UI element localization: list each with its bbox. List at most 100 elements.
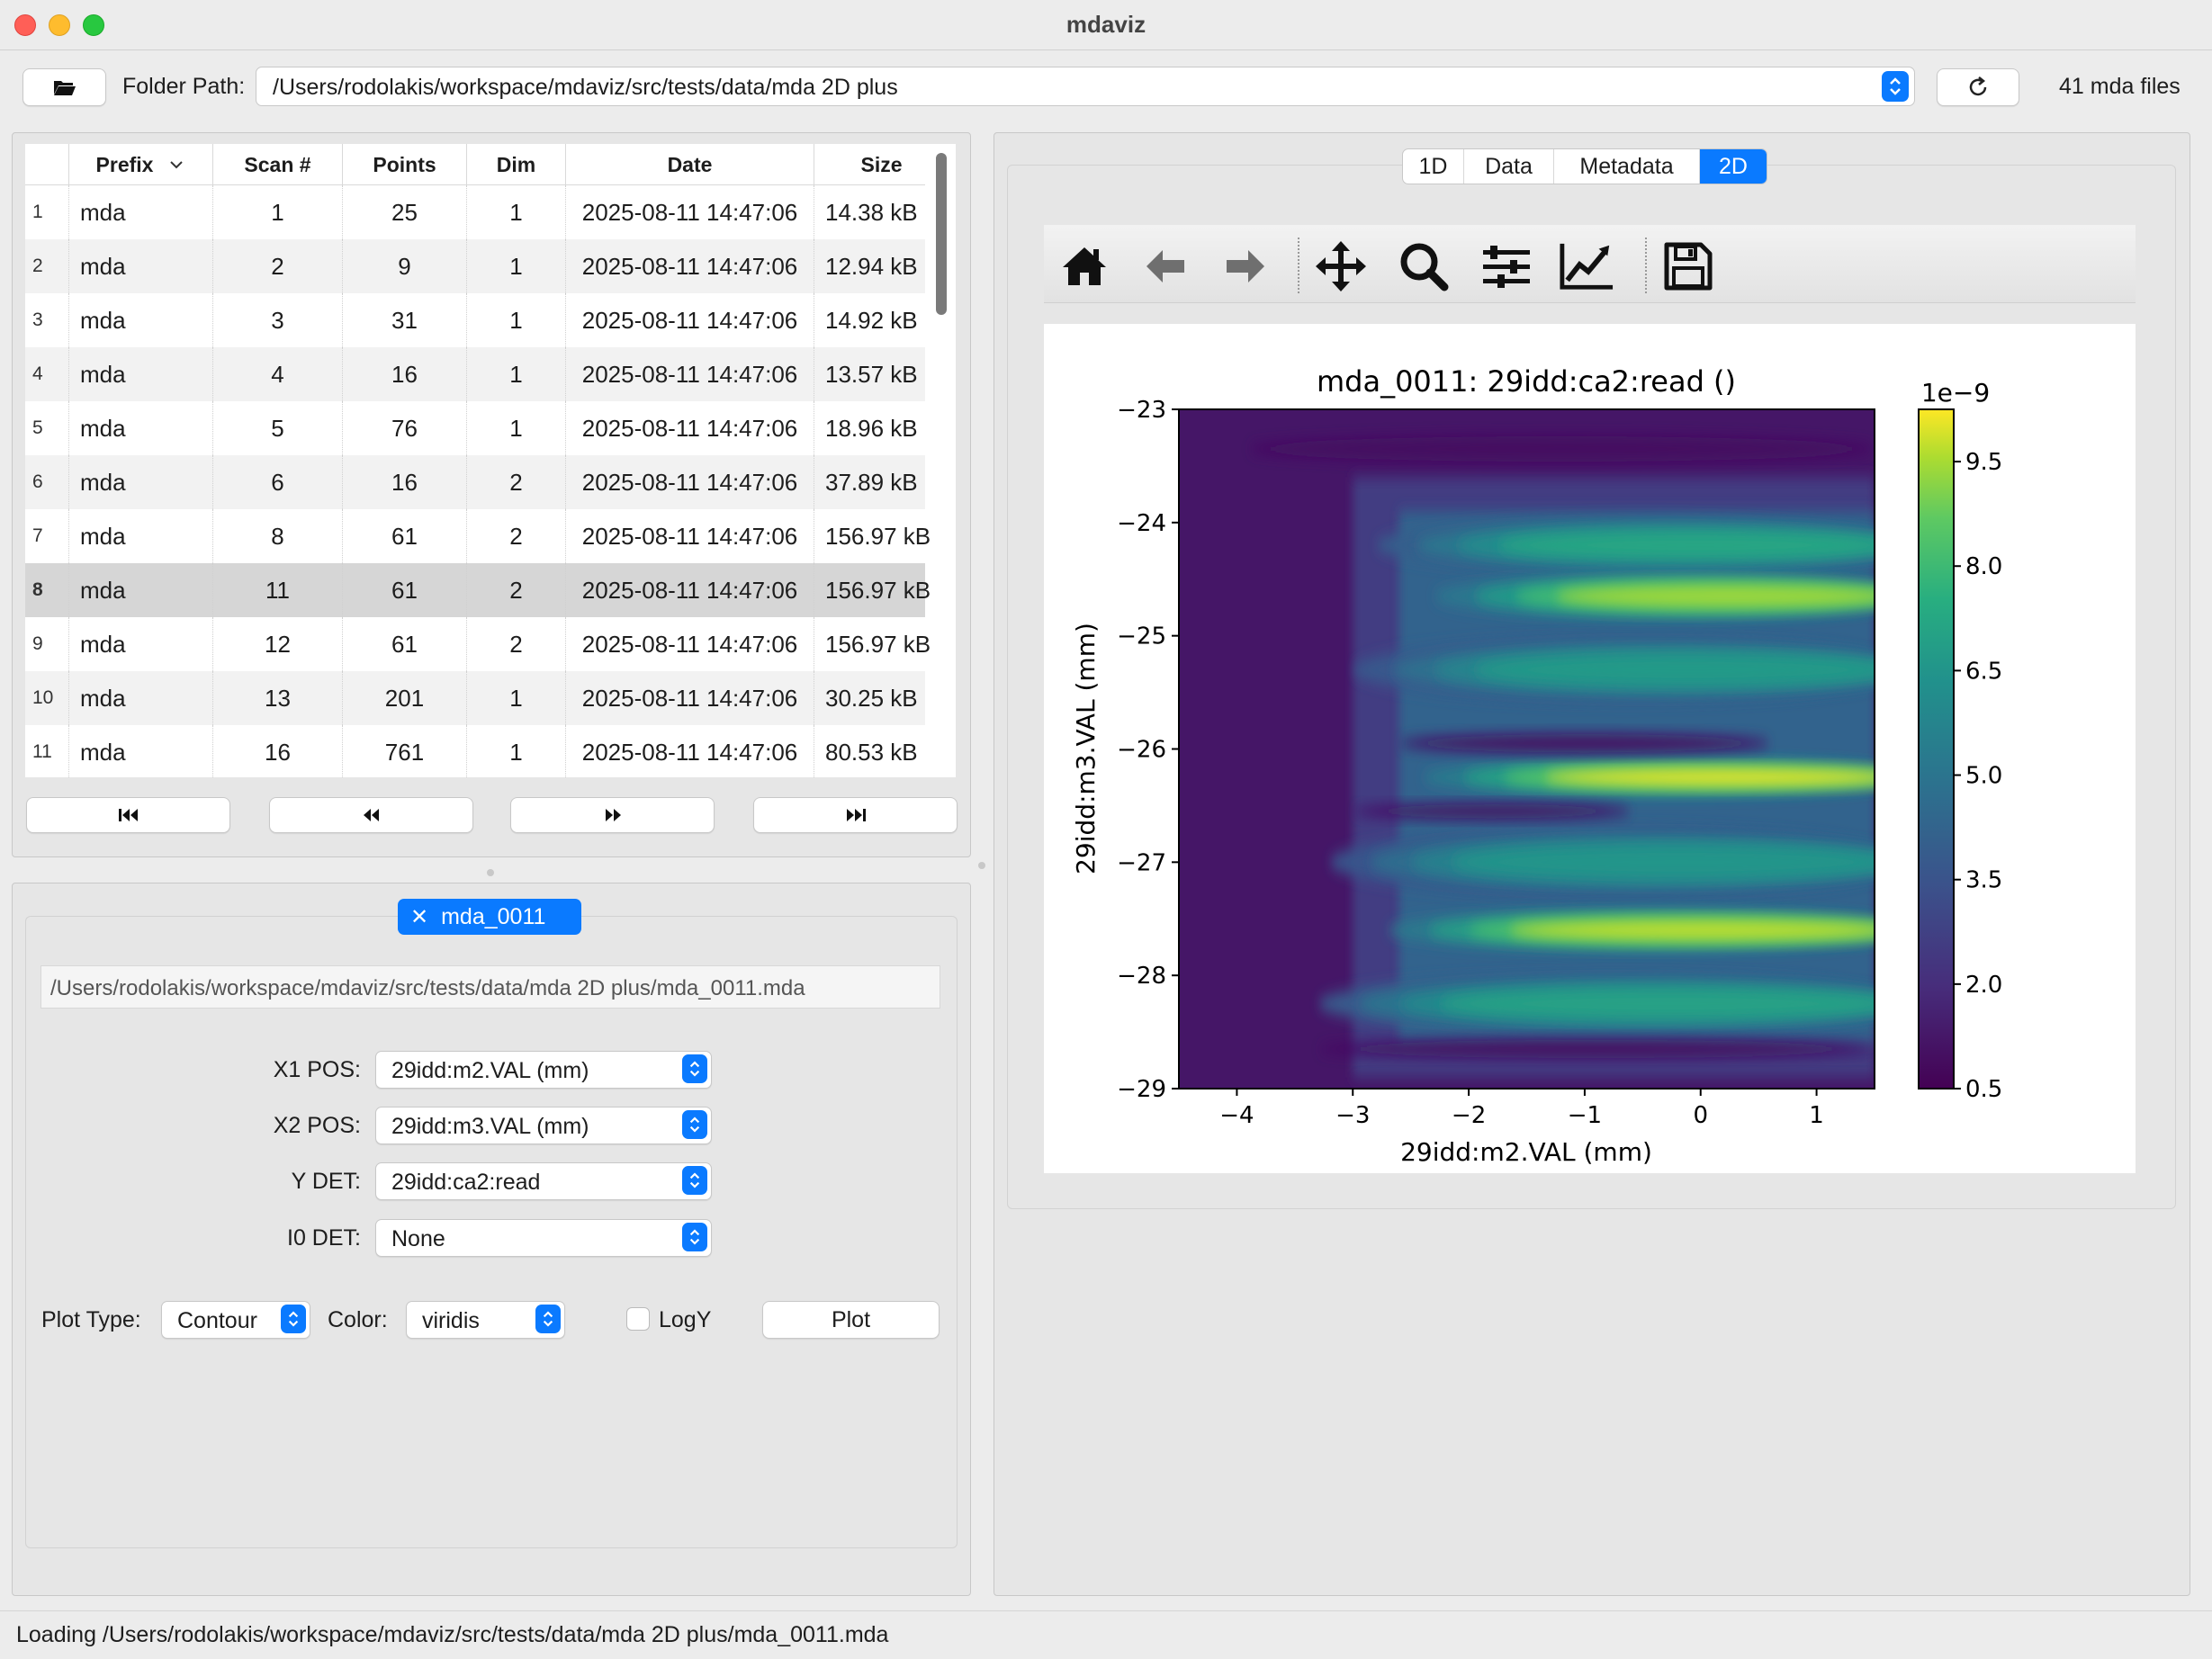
- logy-checkbox[interactable]: [626, 1307, 650, 1331]
- tab-metadata[interactable]: Metadata: [1554, 149, 1700, 184]
- colorbar-tick-label: 5.0: [1965, 763, 2002, 790]
- cell-date: 2025-08-11 14:47:06: [565, 617, 814, 671]
- cell-date: 2025-08-11 14:47:06: [565, 563, 814, 617]
- file-tab-label: mda_0011: [441, 903, 546, 929]
- cell-scan: 13: [212, 671, 342, 725]
- color-select[interactable]: viridis: [406, 1301, 565, 1339]
- forward-arrow-icon: [1227, 250, 1264, 282]
- cell-dim: 1: [466, 725, 565, 777]
- back-arrow-icon: [1146, 250, 1184, 282]
- cell-points: 31: [342, 293, 466, 347]
- header-prefix[interactable]: Prefix: [68, 144, 212, 185]
- row-number: 11: [32, 741, 52, 762]
- header-dim[interactable]: Dim: [466, 144, 565, 185]
- table-row[interactable]: 5 mda 5 76 1 2025-08-11 14:47:06 18.96 kB: [25, 401, 925, 455]
- row-number: 1: [32, 202, 43, 222]
- color-label: Color:: [328, 1307, 388, 1332]
- header-size[interactable]: Size: [814, 144, 949, 185]
- refresh-button[interactable]: [1937, 68, 2019, 106]
- y-det-select[interactable]: 29idd:ca2:read: [375, 1162, 712, 1200]
- cell-dim: 1: [466, 347, 565, 401]
- edit-axis-button[interactable]: [1559, 238, 1614, 294]
- file-path-field[interactable]: /Users/rodolakis/workspace/mdaviz/src/te…: [40, 965, 940, 1009]
- folder-path-combo[interactable]: /Users/rodolakis/workspace/mdaviz/src/te…: [256, 67, 1915, 106]
- files-count-label: 41 mda files: [2059, 74, 2181, 99]
- cell-dim: 2: [466, 509, 565, 563]
- plot-button[interactable]: Plot: [762, 1301, 940, 1339]
- i0-det-select[interactable]: None: [375, 1219, 712, 1257]
- x2-pos-select[interactable]: 29idd:m3.VAL (mm): [375, 1107, 712, 1144]
- save-button[interactable]: [1660, 238, 1716, 294]
- viewer-tabs: 1D Data Metadata 2D: [1402, 148, 1767, 184]
- forward-button[interactable]: [1218, 238, 1273, 294]
- cell-date: 2025-08-11 14:47:06: [565, 293, 814, 347]
- x-tick-label: −4: [1219, 1102, 1254, 1129]
- table-row[interactable]: 11 mda 16 761 1 2025-08-11 14:47:06 80.53 kB: [25, 725, 925, 777]
- cell-date: 2025-08-11 14:47:06: [565, 401, 814, 455]
- mda-file-table[interactable]: Prefix Scan # Points Dim Date Size 1 mda 1…: [25, 144, 956, 777]
- folder-path-value: /Users/rodolakis/workspace/mdaviz/src/te…: [273, 75, 898, 100]
- x1-pos-select[interactable]: 29idd:m2.VAL (mm): [375, 1051, 712, 1089]
- next-page-button[interactable]: [510, 797, 715, 833]
- tab-2d[interactable]: 2D: [1700, 149, 1767, 184]
- table-row[interactable]: 7 mda 8 61 2 2025-08-11 14:47:06 156.97 kB: [25, 509, 931, 563]
- folder-open-icon: [53, 81, 76, 95]
- contour-plot: mda_0011: 29idd:ca2:read () 29idd:m2.VAL…: [1071, 364, 2002, 1167]
- table-row[interactable]: 3 mda 3 31 1 2025-08-11 14:47:06 14.92 kB: [25, 293, 925, 347]
- cell-scan: 6: [212, 455, 342, 509]
- horizontal-splitter-handle[interactable]: [978, 862, 985, 869]
- title-bar: mdaviz: [0, 0, 2212, 50]
- cell-scan: 16: [212, 725, 342, 777]
- header-date[interactable]: Date: [565, 144, 814, 185]
- row-number: 4: [32, 363, 43, 384]
- tab-1d[interactable]: 1D: [1403, 149, 1464, 184]
- open-folder-button[interactable]: [22, 68, 106, 106]
- cell-size: 156.97 kB: [814, 509, 949, 563]
- home-button[interactable]: [1057, 238, 1112, 294]
- row-number: 7: [32, 525, 43, 546]
- cell-scan: 12: [212, 617, 342, 671]
- table-row[interactable]: 6 mda 6 16 2 2025-08-11 14:47:06 37.89 kB: [25, 455, 925, 509]
- table-row[interactable]: 10 mda 13 201 1 2025-08-11 14:47:06 30.25 kB: [25, 671, 925, 725]
- zoom-button[interactable]: [1396, 238, 1452, 294]
- last-page-button[interactable]: [753, 797, 958, 833]
- x-tick-label: −2: [1452, 1102, 1486, 1129]
- cell-points: 16: [342, 347, 466, 401]
- cell-prefix: mda: [68, 563, 212, 617]
- table-scrollbar[interactable]: [936, 153, 947, 315]
- previous-page-button[interactable]: [269, 797, 473, 833]
- combo-stepper-icon[interactable]: [1882, 71, 1909, 102]
- contour-valley: [1353, 803, 1632, 819]
- file-tab[interactable]: ✕ mda_0011: [398, 899, 581, 935]
- vertical-splitter-handle[interactable]: [487, 869, 494, 876]
- x2-pos-value: 29idd:m3.VAL (mm): [391, 1114, 589, 1139]
- i0-det-label: I0 DET:: [287, 1225, 361, 1251]
- colorbar-tick-label: 6.5: [1965, 658, 2002, 685]
- header-scan[interactable]: Scan #: [212, 144, 342, 185]
- tab-data[interactable]: Data: [1464, 149, 1554, 184]
- cell-prefix: mda: [68, 455, 212, 509]
- refresh-icon: [1969, 76, 1987, 96]
- plot-canvas[interactable]: mda_0011: 29idd:ca2:read () 29idd:m2.VAL…: [1044, 324, 2136, 1173]
- first-page-button[interactable]: [26, 797, 230, 833]
- plot-type-select[interactable]: Contour: [161, 1301, 310, 1339]
- table-row[interactable]: 9 mda 12 61 2 2025-08-11 14:47:06 156.97 kB: [25, 617, 931, 671]
- close-tab-icon[interactable]: ✕: [410, 904, 428, 930]
- header-points[interactable]: Points: [342, 144, 466, 185]
- table-row[interactable]: 4 mda 4 16 1 2025-08-11 14:47:06 13.57 kB: [25, 347, 925, 401]
- table-row[interactable]: 2 mda 2 9 1 2025-08-11 14:47:06 12.94 kB: [25, 239, 925, 293]
- chart-title: mda_0011: 29idd:ca2:read (): [1317, 364, 1736, 399]
- contour-valley: [1398, 734, 1771, 753]
- y-tick-label: −25: [1117, 623, 1166, 650]
- table-row[interactable]: 1 mda 1 25 1 2025-08-11 14:47:06 14.38 kB: [25, 185, 925, 239]
- cell-dim: 2: [466, 455, 565, 509]
- cell-date: 2025-08-11 14:47:06: [565, 725, 814, 777]
- x-tick-label: −1: [1568, 1102, 1602, 1129]
- back-button[interactable]: [1137, 238, 1193, 294]
- cell-size: 13.57 kB: [814, 347, 949, 401]
- subplots-config-button[interactable]: [1479, 238, 1534, 294]
- pan-button[interactable]: [1313, 238, 1369, 294]
- table-row[interactable]: 8 mda 11 61 2 2025-08-11 14:47:06 156.97 kB: [25, 563, 931, 617]
- last-page-icon: [846, 809, 866, 821]
- logy-label: LogY: [659, 1307, 712, 1332]
